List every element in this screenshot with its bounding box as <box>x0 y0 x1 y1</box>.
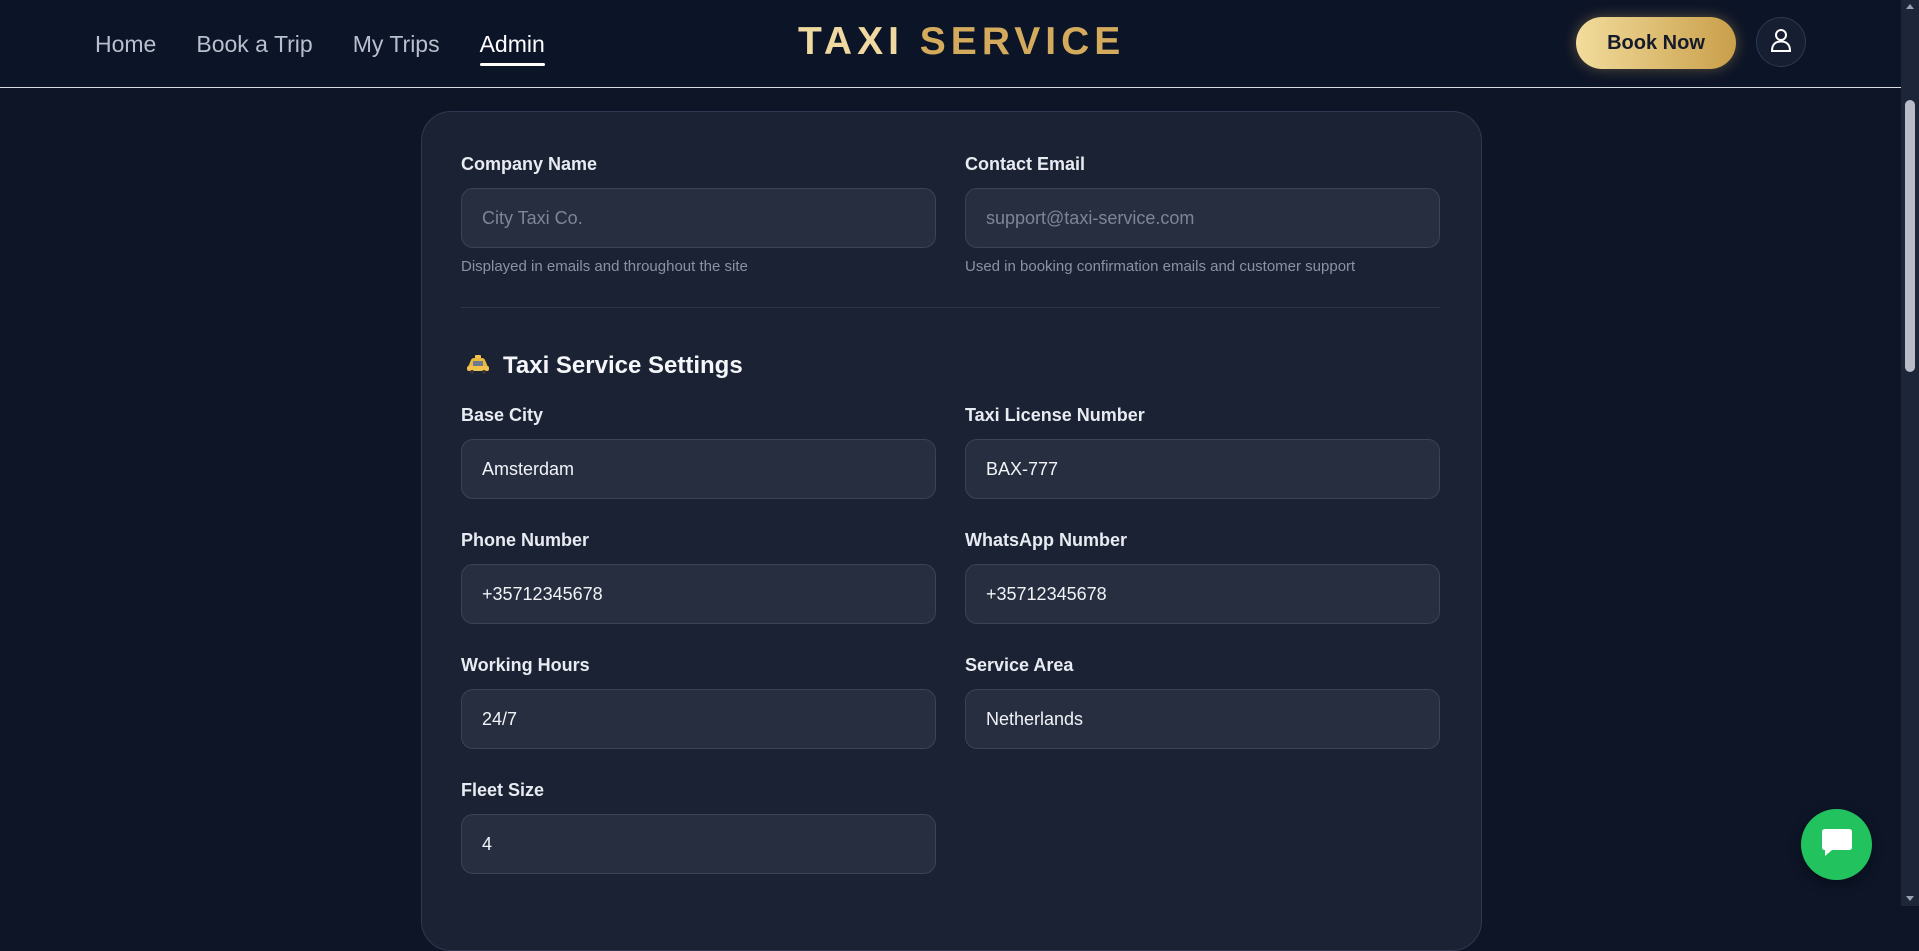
brand-word-taxi: TAXI <box>798 20 904 63</box>
phone-number-input[interactable] <box>461 564 936 624</box>
base-city-field: Base City <box>461 405 936 499</box>
working-hours-label: Working Hours <box>461 655 590 675</box>
user-account-button[interactable] <box>1756 17 1806 67</box>
brand-word-service: SERVICE <box>919 20 1126 63</box>
user-icon <box>1768 27 1794 58</box>
nav-book-trip-link[interactable]: Book a Trip <box>196 31 312 58</box>
working-hours-input[interactable] <box>461 689 936 749</box>
license-number-input[interactable] <box>965 439 1440 499</box>
service-area-input[interactable] <box>965 689 1440 749</box>
license-number-field: Taxi License Number <box>965 405 1440 499</box>
fleet-size-label: Fleet Size <box>461 780 545 800</box>
nav-my-trips-link[interactable]: My Trips <box>353 31 440 58</box>
section-divider <box>461 307 1440 308</box>
whatsapp-number-label: WhatsApp Number <box>965 530 1127 550</box>
top-header: Home Book a Trip My Trips Admin TAXI SER… <box>0 0 1901 88</box>
contact-email-input[interactable] <box>965 188 1440 248</box>
brand-logo[interactable]: TAXI SERVICE <box>798 20 1125 64</box>
working-hours-field: Working Hours <box>461 655 936 749</box>
chat-button[interactable] <box>1801 809 1872 880</box>
taxi-settings-heading: Taxi Service Settings <box>465 352 743 380</box>
scrollbar-thumb[interactable] <box>1905 100 1915 372</box>
company-name-label: Company Name <box>461 154 598 174</box>
whatsapp-number-input[interactable] <box>965 564 1440 624</box>
taxi-icon <box>465 353 491 380</box>
nav-home-link[interactable]: Home <box>95 31 156 58</box>
chat-bubble-icon <box>1820 826 1854 863</box>
whatsapp-number-field: WhatsApp Number <box>965 530 1440 624</box>
service-area-field: Service Area <box>965 655 1440 749</box>
fleet-size-field: Fleet Size <box>461 780 936 874</box>
base-city-input[interactable] <box>461 439 936 499</box>
base-city-label: Base City <box>461 405 544 425</box>
scroll-down-arrow[interactable] <box>1906 896 1914 901</box>
company-name-hint: Displayed in emails and throughout the s… <box>461 258 748 275</box>
main-nav: Home Book a Trip My Trips Admin <box>95 0 546 88</box>
contact-email-field: Contact Email Used in booking confirmati… <box>965 154 1440 275</box>
contact-email-label: Contact Email <box>965 154 1086 174</box>
company-name-input[interactable] <box>461 188 936 248</box>
fleet-size-input[interactable] <box>461 814 936 874</box>
phone-number-label: Phone Number <box>461 530 590 550</box>
service-area-label: Service Area <box>965 655 1074 675</box>
scroll-up-arrow[interactable] <box>1906 4 1914 9</box>
phone-number-field: Phone Number <box>461 530 936 624</box>
company-name-field: Company Name Displayed in emails and thr… <box>461 154 936 275</box>
book-now-button[interactable]: Book Now <box>1576 17 1736 69</box>
contact-email-hint: Used in booking confirmation emails and … <box>965 258 1356 275</box>
nav-admin-link[interactable]: Admin <box>479 31 546 66</box>
license-number-label: Taxi License Number <box>965 405 1145 425</box>
taxi-settings-title: Taxi Service Settings <box>503 352 743 379</box>
